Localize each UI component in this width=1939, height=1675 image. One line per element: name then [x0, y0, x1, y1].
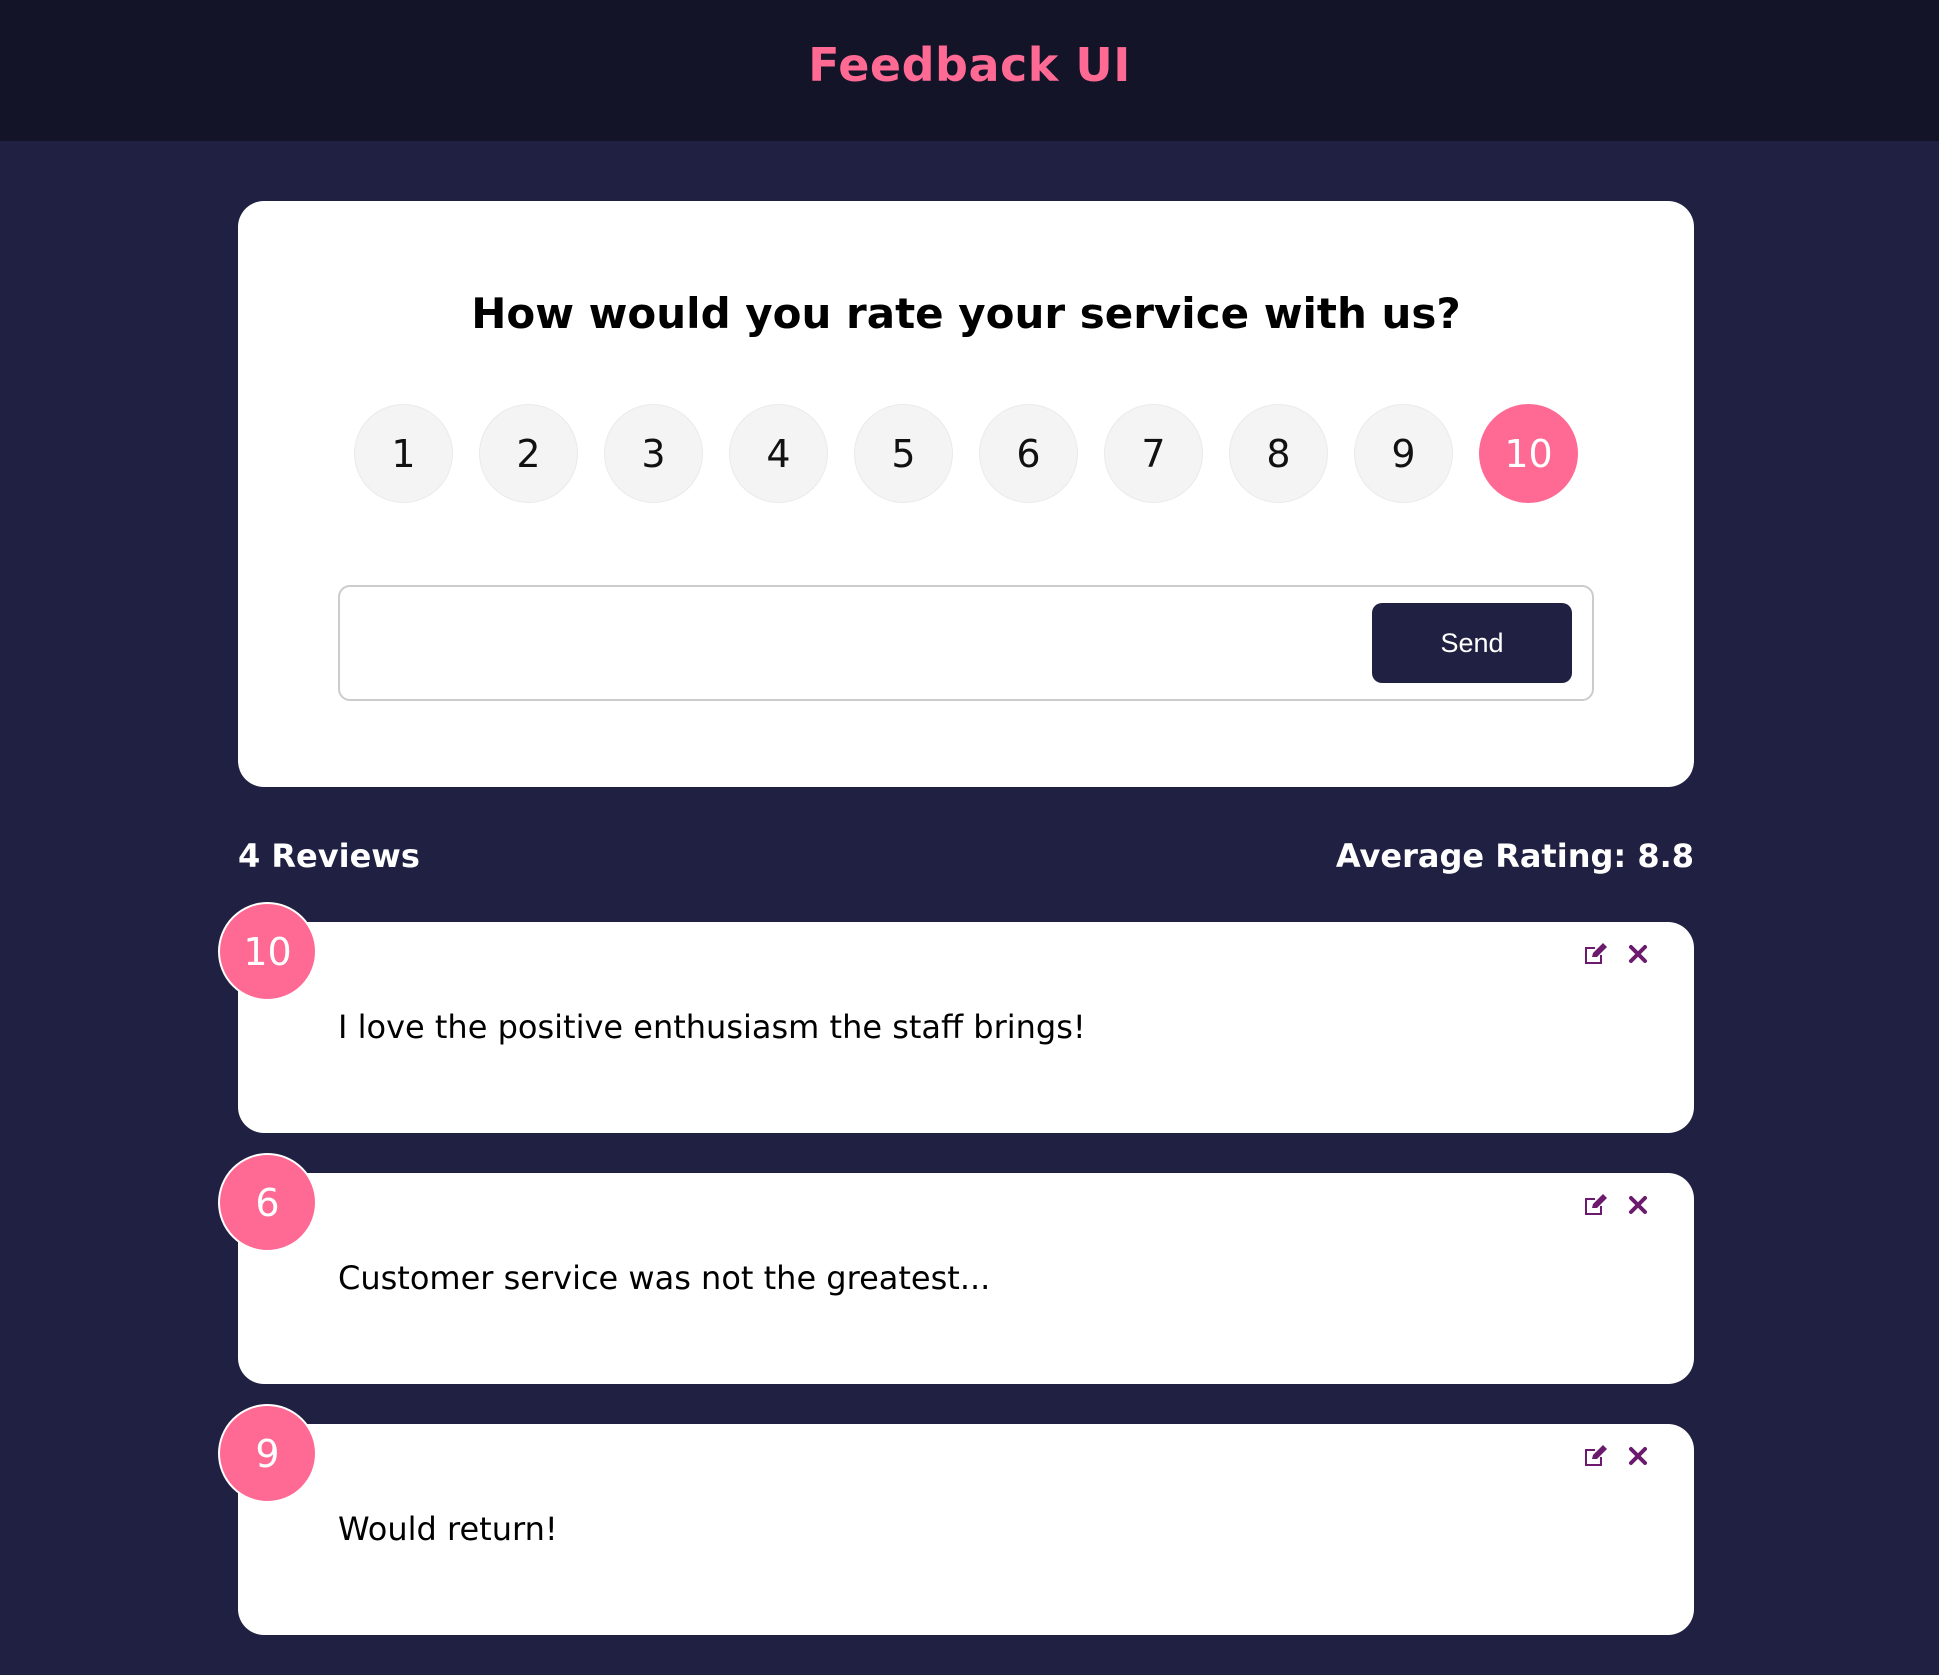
- edit-icon[interactable]: [1582, 1442, 1610, 1470]
- rating-option-4[interactable]: 4: [729, 404, 828, 503]
- average-rating: Average Rating: 8.8: [1335, 837, 1694, 875]
- rating-option-3[interactable]: 3: [604, 404, 703, 503]
- review-card: 10 I love the positive enthusiasm the st…: [218, 902, 1694, 1133]
- review-actions: [1582, 1191, 1652, 1219]
- app-header: Feedback UI: [0, 0, 1939, 141]
- rating-option-10[interactable]: 10: [1479, 404, 1578, 503]
- rating-question: How would you rate your service with us?: [471, 289, 1461, 338]
- edit-icon[interactable]: [1582, 940, 1610, 968]
- review-text: Customer service was not the greatest...: [338, 1259, 991, 1297]
- edit-icon[interactable]: [1582, 1191, 1610, 1219]
- app-title: Feedback UI: [808, 37, 1131, 92]
- rating-card: How would you rate your service with us?…: [238, 201, 1694, 787]
- review-input-group: Send: [338, 585, 1594, 701]
- rating-option-2[interactable]: 2: [479, 404, 578, 503]
- review-text: Would return!: [338, 1510, 558, 1548]
- rating-option-5[interactable]: 5: [854, 404, 953, 503]
- rating-option-1[interactable]: 1: [354, 404, 453, 503]
- review-card: 9 Would return!: [218, 1404, 1694, 1635]
- review-stats: 4 Reviews Average Rating: 8.8: [238, 837, 1694, 877]
- close-icon[interactable]: [1624, 1191, 1652, 1219]
- review-input[interactable]: [360, 613, 1372, 673]
- rating-options: 1 2 3 4 5 6 7 8 9 10: [238, 404, 1694, 503]
- send-button[interactable]: Send: [1372, 603, 1572, 683]
- rating-option-7[interactable]: 7: [1104, 404, 1203, 503]
- review-actions: [1582, 1442, 1652, 1470]
- close-icon[interactable]: [1624, 940, 1652, 968]
- review-rating-badge: 10: [218, 902, 317, 1001]
- review-actions: [1582, 940, 1652, 968]
- main-container: How would you rate your service with us?…: [218, 201, 1694, 1675]
- rating-option-9[interactable]: 9: [1354, 404, 1453, 503]
- close-icon[interactable]: [1624, 1442, 1652, 1470]
- review-list: 10 I love the positive enthusiasm the st…: [218, 902, 1694, 1635]
- rating-option-8[interactable]: 8: [1229, 404, 1328, 503]
- review-count: 4 Reviews: [238, 837, 420, 875]
- review-card: 6 Customer service was not the greatest.…: [218, 1153, 1694, 1384]
- review-rating-badge: 6: [218, 1153, 317, 1252]
- review-text: I love the positive enthusiasm the staff…: [338, 1008, 1086, 1046]
- rating-option-6[interactable]: 6: [979, 404, 1078, 503]
- review-rating-badge: 9: [218, 1404, 317, 1503]
